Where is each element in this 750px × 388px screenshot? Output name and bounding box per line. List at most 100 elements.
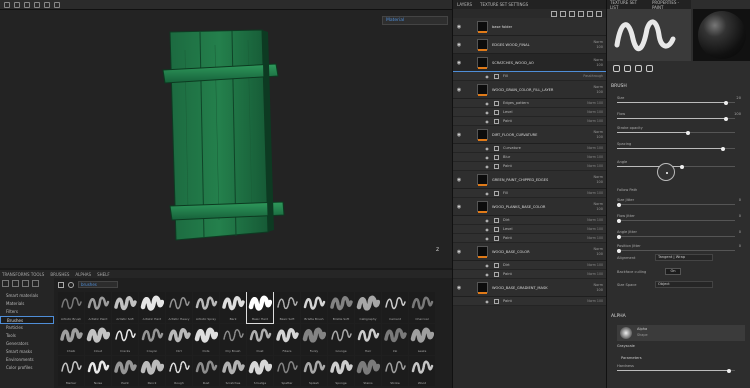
brush-preset[interactable]: Dirt [166,324,192,355]
eye-icon[interactable]: ◉ [455,24,463,30]
shelf-category-item[interactable]: Materials [0,300,54,308]
effect-row[interactable]: ◉ Paint Norm 100 [453,234,607,243]
brush-preset[interactable]: Artistic Soft [112,292,138,323]
brush-icon[interactable] [613,64,620,72]
tab-alphas[interactable]: ALPHAS [75,272,91,277]
layer-row[interactable]: ◉ WOOD_PLANKS_BASE_COLOR Norm 100 [453,198,607,216]
shelf-category-item[interactable]: Generators [0,340,54,348]
brush-preset[interactable]: Basic Soft [274,292,300,323]
tab-transforms[interactable]: TRANSFORMS TOOLS [2,272,44,277]
brush-preset[interactable]: Fibers [274,324,300,355]
layer-blend-mode[interactable]: Norm 100 [587,85,603,95]
layer-blend-mode[interactable]: Norm 100 [587,40,603,50]
tab-texture-set-settings[interactable]: TEXTURE SET SETTINGS [480,2,528,7]
reset-icon[interactable] [68,281,74,288]
brush-preset[interactable]: Spatter [274,356,300,386]
shelf-category-item[interactable]: Tools [0,332,54,340]
brush-preset[interactable]: Crayon [139,324,165,355]
eye-icon[interactable]: ◉ [483,119,491,124]
material-icon[interactable] [624,64,631,72]
shelf-category-item[interactable]: Brushes [0,316,54,324]
shelf-category-item[interactable]: Smart materials [0,292,54,300]
shelf-category-item[interactable]: Environments [0,356,54,364]
brush-preset[interactable]: Pencil [139,356,165,386]
alpha-parameters[interactable]: Parameters [621,356,642,360]
effect-row[interactable]: ◉ Fill Passthrough [453,72,607,81]
brush-preset[interactable]: Stains [355,356,381,386]
brush-preset[interactable]: Stroke [382,356,408,386]
eye-icon[interactable]: ◉ [483,110,491,115]
brush-preset[interactable]: Rough [166,356,192,386]
brush-preset[interactable]: Bristle Soft [328,292,354,323]
effect-row[interactable]: ◉ Paint Norm 100 [453,270,607,279]
eye-icon[interactable]: ◉ [483,299,491,304]
alpha-grayscale[interactable]: Grayscale [617,344,635,348]
param-value[interactable]: 0 [739,230,741,234]
layer-blend-mode[interactable]: Norm 100 [587,247,603,257]
brush-preset[interactable]: Bristle Brush [301,292,327,323]
list-icon[interactable] [32,280,39,287]
layer-row[interactable]: ◉ WOOD_BASE_COLOR Norm 100 [453,243,607,261]
effect-blend[interactable]: Norm 100 [587,272,603,276]
effect-blend[interactable]: Norm 100 [587,263,603,267]
brush-preset[interactable]: Paint [112,356,138,386]
effect-row[interactable]: ◉ Paint Norm 100 [453,117,607,126]
brush-preset[interactable]: Scratches [220,356,246,386]
eye-icon[interactable]: ◉ [455,285,463,291]
toolbar-item[interactable] [24,1,30,8]
shelf-category-item[interactable]: Smart masks [0,348,54,356]
toolbar-item[interactable] [44,1,50,8]
brush-preset[interactable]: Calligraphy [355,292,381,323]
brush-preset[interactable]: Fuzzy [301,324,327,355]
param-slider[interactable] [617,202,735,207]
add-layer-icon[interactable] [578,10,584,17]
eye-icon[interactable]: ◉ [455,87,463,93]
backface-culling-toggle[interactable]: On [665,268,681,275]
angle-dial[interactable] [657,163,675,181]
eye-icon[interactable]: ◉ [483,155,491,160]
brush-preset[interactable]: Splash [301,356,327,386]
add-effect-icon[interactable] [551,10,557,17]
shelf-category-item[interactable]: Color profiles [0,364,54,372]
add-fill-icon[interactable] [569,10,575,17]
brush-preset[interactable]: Cloud [85,324,111,355]
param-slider[interactable] [617,100,735,105]
brush-preset[interactable]: Grunge [328,324,354,355]
layer-row[interactable]: ◉ SCRATCHES_WOOD_AO Norm 100 [453,54,607,72]
layer-row[interactable]: ◉ WOOD_GRAIN_COLOR_FILL_LAYER Norm 100 [453,81,607,99]
effect-blend[interactable]: Norm 100 [587,191,603,195]
brush-preset[interactable]: Sponge [328,356,354,386]
eye-icon[interactable]: ◉ [483,101,491,106]
shelf-category-item[interactable]: Particles [0,324,54,332]
param-value[interactable]: 100 [734,112,741,116]
effect-row[interactable]: ◉ Edges_pattern Norm 100 [453,99,607,108]
folder-icon[interactable] [2,280,9,287]
effect-row[interactable]: ◉ Blur Norm 100 [453,153,607,162]
param-value[interactable]: 0 [739,244,741,248]
param-value[interactable]: 20 [736,96,741,100]
eye-icon[interactable]: ◉ [483,272,491,277]
brush-preset[interactable]: Dust [247,324,273,355]
brush-preset[interactable]: Artistic Heavy [166,292,192,323]
brush-preset[interactable]: Marker [58,356,84,386]
toolbar-item[interactable] [54,1,60,8]
layer-row[interactable]: ◉ WOOD_BASE_GRADIENT_MASK Norm 100 [453,279,607,297]
eye-icon[interactable]: ◉ [483,227,491,232]
eye-icon[interactable]: ◉ [455,42,463,48]
param-value[interactable]: 0 [739,214,741,218]
shelf-search-input[interactable]: brushes [78,281,118,288]
param-value[interactable]: 0 [739,198,741,202]
effect-row[interactable]: ◉ Level Norm 100 [453,108,607,117]
layer-blend-mode[interactable]: Norm 100 [587,130,603,140]
brush-preset[interactable]: Artistic Hard [139,292,165,323]
eye-icon[interactable]: ◉ [455,177,463,183]
layer-blend-mode[interactable]: Norm 100 [587,283,603,293]
toolbar-item[interactable] [14,1,20,8]
effect-blend[interactable]: Norm 100 [587,119,603,123]
effect-blend[interactable]: Norm 100 [587,110,603,114]
eye-icon[interactable]: ◉ [483,263,491,268]
layer-row[interactable]: ◉ GREEN_PAINT_CHIPPED_EDGES Norm 100 [453,171,607,189]
add-mask-icon[interactable] [560,10,566,17]
shelf-category-item[interactable]: Filters [0,308,54,316]
layer-blend-mode[interactable]: Norm 100 [587,202,603,212]
